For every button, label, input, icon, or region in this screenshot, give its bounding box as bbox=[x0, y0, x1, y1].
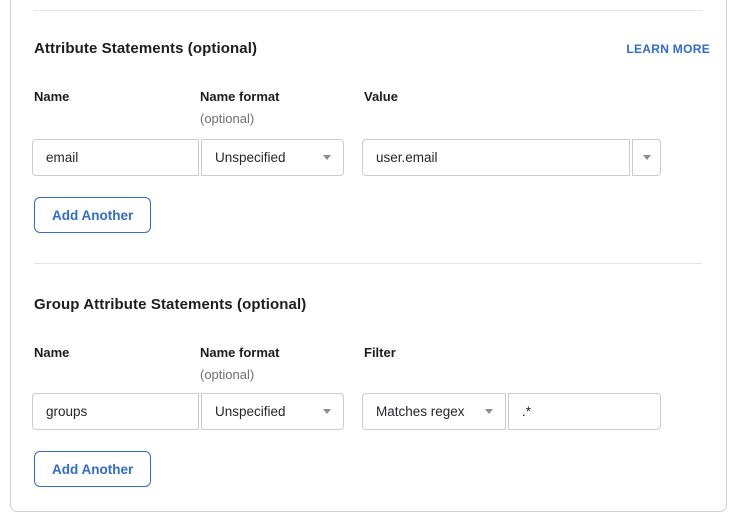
attr-value-dropdown-button[interactable] bbox=[632, 139, 661, 176]
section-title: Group Attribute Statements (optional) bbox=[34, 295, 306, 315]
column-filter: Filter bbox=[364, 345, 703, 383]
section-header: Group Attribute Statements (optional) bbox=[11, 295, 726, 315]
column-value: Value bbox=[364, 89, 703, 127]
name-format-column-label: Name format bbox=[200, 89, 364, 105]
chevron-down-icon bbox=[485, 409, 493, 414]
name-format-column-label: Name format bbox=[200, 345, 364, 361]
name-format-optional-label: (optional) bbox=[200, 111, 364, 127]
column-name: Name bbox=[34, 345, 200, 383]
add-another-button[interactable]: Add Another bbox=[34, 197, 151, 233]
value-column-label: Value bbox=[364, 89, 703, 105]
group-filter-value-input[interactable] bbox=[508, 393, 661, 430]
filter-column-label: Filter bbox=[364, 345, 703, 361]
chevron-down-icon bbox=[643, 155, 651, 160]
column-name-format: Name format (optional) bbox=[200, 89, 364, 127]
add-another-button[interactable]: Add Another bbox=[34, 451, 151, 487]
section-divider bbox=[34, 263, 702, 264]
section-title: Attribute Statements (optional) bbox=[34, 39, 257, 59]
group-filter-type-select[interactable]: Matches regex bbox=[362, 393, 506, 430]
group-name-format-select[interactable]: Unspecified bbox=[201, 393, 344, 430]
column-name-format: Name format (optional) bbox=[200, 345, 364, 383]
group-name-group: Unspecified bbox=[32, 393, 344, 430]
group-filter-group: Matches regex bbox=[362, 393, 661, 430]
attr-name-group: Unspecified bbox=[32, 139, 344, 176]
section-header: Attribute Statements (optional) LEARN MO… bbox=[11, 39, 726, 59]
group-filter-type-value: Matches regex bbox=[376, 404, 465, 419]
chevron-down-icon bbox=[323, 409, 331, 414]
attribute-statement-row: Unspecified bbox=[11, 139, 726, 176]
learn-more-link[interactable]: LEARN MORE bbox=[626, 42, 710, 56]
attr-name-format-select[interactable]: Unspecified bbox=[201, 139, 344, 176]
attr-name-input[interactable] bbox=[32, 139, 199, 176]
attr-name-format-value: Unspecified bbox=[215, 150, 286, 165]
name-format-optional-label: (optional) bbox=[200, 367, 364, 383]
section-divider bbox=[34, 10, 702, 11]
attr-value-group bbox=[362, 139, 661, 176]
group-attribute-statements-section: Group Attribute Statements (optional) Na… bbox=[11, 295, 726, 487]
group-attribute-statement-row: Unspecified Matches regex bbox=[11, 393, 726, 430]
attr-value-input[interactable] bbox=[362, 139, 630, 176]
saml-settings-card: Attribute Statements (optional) LEARN MO… bbox=[10, 0, 727, 512]
attribute-statements-section: Attribute Statements (optional) LEARN MO… bbox=[11, 39, 726, 233]
chevron-down-icon bbox=[323, 155, 331, 160]
column-labels-row: Name Name format (optional) Filter bbox=[11, 345, 726, 383]
column-name: Name bbox=[34, 89, 200, 127]
group-name-input[interactable] bbox=[32, 393, 199, 430]
group-name-format-value: Unspecified bbox=[215, 404, 286, 419]
name-column-label: Name bbox=[34, 89, 200, 105]
column-labels-row: Name Name format (optional) Value bbox=[11, 89, 726, 127]
name-column-label: Name bbox=[34, 345, 200, 361]
